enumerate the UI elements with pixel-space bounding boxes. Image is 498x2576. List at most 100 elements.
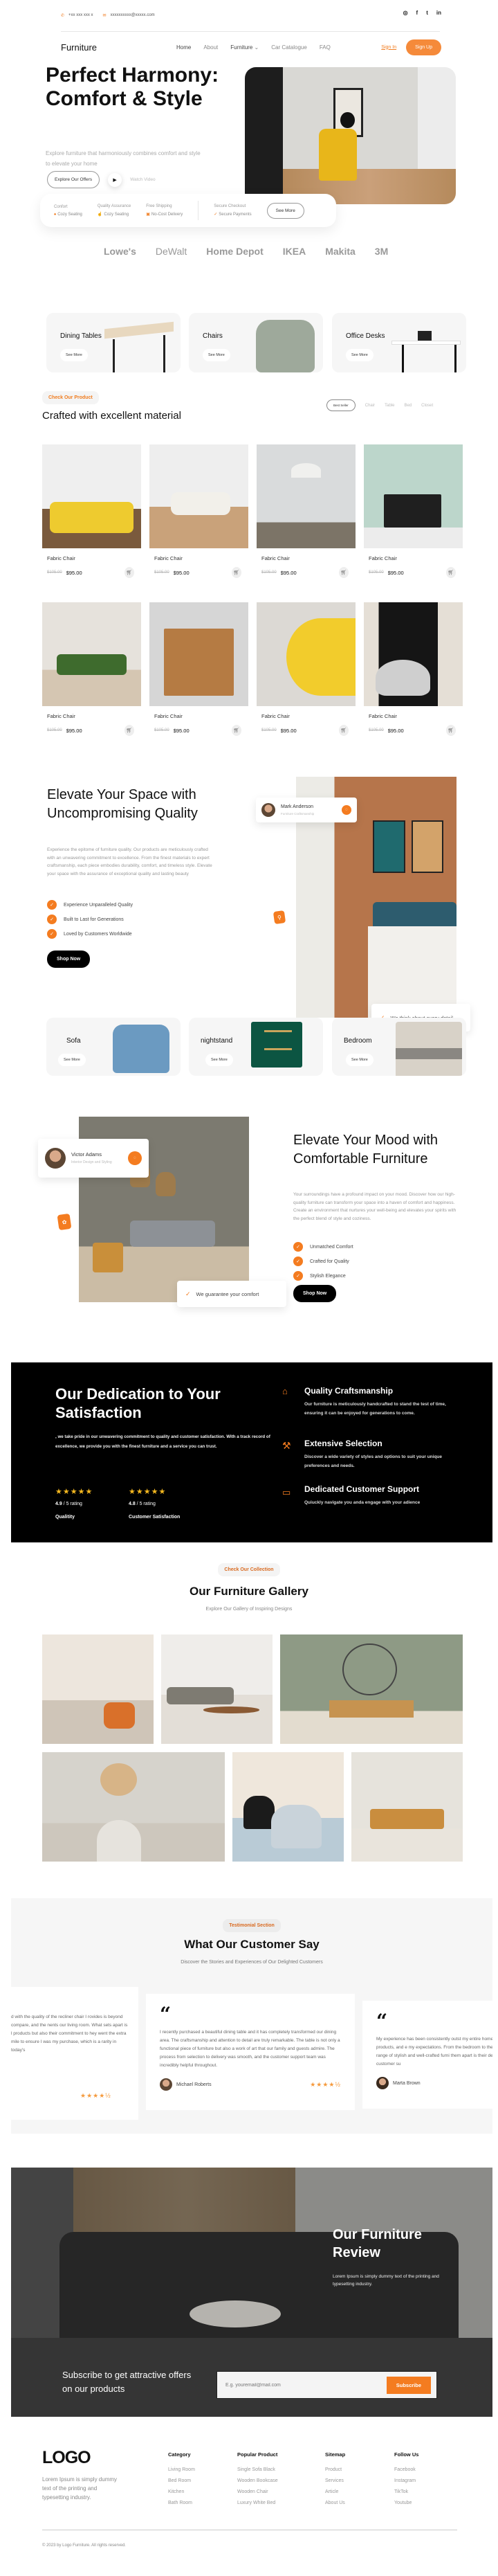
cart-icon[interactable]: 🛒︎ (232, 567, 241, 578)
product-card[interactable]: Fabric Chair $105.00 $95.00 🛒︎ (42, 602, 141, 736)
feature-title: Secure Checkout (214, 204, 246, 208)
product-image[interactable] (364, 602, 463, 706)
footer-link[interactable]: Youtube (394, 2501, 418, 2505)
chair (243, 1796, 275, 1829)
facebook-icon[interactable]: f (416, 10, 418, 16)
sign-up-button[interactable]: Sign Up (406, 39, 441, 55)
product-image[interactable] (42, 602, 141, 706)
category-card-office-desks[interactable]: Office Desks See More (332, 313, 466, 372)
product-card[interactable]: Fabric Chair $105.00 $95.00 🛒︎ (257, 444, 356, 578)
product-name: Fabric Chair (369, 713, 397, 719)
old-price: $105.00 (369, 570, 384, 575)
feature-item: Secure Checkout ✓ Secure Payments (214, 204, 251, 217)
filter-bed[interactable]: Bed (404, 404, 412, 408)
footer-link[interactable]: Product (325, 2467, 345, 2472)
divider (198, 201, 199, 220)
filter-closet[interactable]: Closet (421, 404, 433, 408)
cart-icon[interactable]: 🛒︎ (446, 725, 456, 736)
email-address[interactable]: xxxxxxxxxx@xxxxx.com (111, 13, 155, 17)
shop-now-button[interactable]: Shop Now (47, 951, 91, 968)
product-image[interactable] (42, 444, 141, 548)
footer-link[interactable]: Wooden Bookcase (237, 2478, 278, 2483)
see-more-button[interactable]: See More (266, 202, 304, 219)
footer-link[interactable]: Bath Room (168, 2501, 195, 2505)
gallery-image[interactable] (280, 1634, 463, 1744)
see-more-button[interactable]: See More (346, 1054, 374, 1066)
filter-table[interactable]: Table (385, 404, 394, 408)
footer-link[interactable]: Wooden Chair (237, 2489, 278, 2494)
see-more-button[interactable]: See More (58, 1054, 86, 1066)
gallery-image[interactable] (351, 1752, 463, 1862)
cart-icon[interactable]: 🛒︎ (124, 725, 134, 736)
product-card[interactable]: Fabric Chair $105.00 $95.00 🛒︎ (364, 602, 463, 736)
see-more-button[interactable]: See More (60, 349, 88, 361)
see-more-button[interactable]: See More (205, 1054, 233, 1066)
footer-link[interactable]: Instagram (394, 2478, 418, 2483)
product-image[interactable] (257, 444, 356, 548)
linkedin-icon[interactable]: in (436, 10, 441, 16)
product-image[interactable] (257, 602, 356, 706)
product-image[interactable] (149, 444, 248, 548)
product-card[interactable]: Fabric Chair $105.00 $95.00 🛒︎ (149, 444, 248, 578)
nav-furniture[interactable]: Furniture ⌄ (230, 44, 259, 51)
category-card-bedroom[interactable]: Bedroom See More (332, 1018, 466, 1076)
nav-car-catalogue[interactable]: Car Catalogue (271, 44, 307, 51)
category-card-sofa[interactable]: Sofa See More (46, 1018, 181, 1076)
product-card[interactable]: Fabric Chair $105.00 $95.00 🛒︎ (42, 444, 141, 578)
nav-about[interactable]: About (203, 44, 218, 51)
footer-link[interactable]: Living Room (168, 2467, 195, 2472)
nav-home[interactable]: Home (176, 44, 191, 51)
gallery-image[interactable] (42, 1752, 225, 1862)
cart-icon[interactable]: 🛒︎ (339, 725, 349, 736)
play-icon[interactable]: ▶ (108, 172, 122, 187)
product-card[interactable]: Fabric Chair $105.00 $95.00 🛒︎ (257, 602, 356, 736)
gallery-image[interactable] (232, 1752, 344, 1862)
email-input[interactable] (225, 2382, 387, 2388)
footer-link[interactable]: Facebook (394, 2467, 418, 2472)
product-card[interactable]: Fabric Chair $105.00 $95.00 🛒︎ (149, 602, 248, 736)
category-card-dining-tables[interactable]: Dining Tables See More (46, 313, 181, 372)
footer-link[interactable]: Single Sofa Black (237, 2467, 278, 2472)
footer-link[interactable]: Kitchen (168, 2489, 195, 2494)
footer-link[interactable]: Bed Room (168, 2478, 195, 2483)
twitter-icon[interactable]: t (426, 10, 428, 16)
footer-link[interactable]: Article (325, 2489, 345, 2494)
product-image[interactable] (364, 444, 463, 548)
chat-icon[interactable]: ◌ (342, 805, 351, 815)
filter-best-seller[interactable]: Best Seller (326, 399, 356, 411)
wall-art (412, 820, 444, 874)
footer-link[interactable]: Services (325, 2478, 345, 2483)
nav-faq[interactable]: FAQ (320, 44, 331, 51)
hero-image (245, 67, 456, 204)
feature-item: Confort ♠ Cozy Seating (54, 205, 82, 217)
cart-icon[interactable]: 🛒︎ (124, 567, 134, 578)
explore-offers-button[interactable]: Explore Our Offers (47, 171, 100, 188)
subscribe-button[interactable]: Subscribe (386, 2376, 431, 2394)
category-card-nightstand[interactable]: nightstand See More (189, 1018, 323, 1076)
sign-in-link[interactable]: Sign In (381, 45, 396, 50)
gallery-image[interactable] (161, 1634, 273, 1744)
watch-video-link[interactable]: Watch Video (130, 177, 156, 182)
product-image[interactable] (149, 602, 248, 706)
instagram-icon[interactable]: ◎ (403, 10, 408, 16)
brand-logo[interactable]: Furniture (61, 42, 97, 53)
footer-link[interactable]: Luxury White Bed (237, 2501, 278, 2505)
footer-logo[interactable]: LOGO (42, 2448, 91, 2468)
cart-icon[interactable]: 🛒︎ (339, 567, 349, 578)
gallery-image[interactable] (42, 1634, 154, 1744)
cart-icon[interactable]: 🛒︎ (446, 567, 456, 578)
product-card[interactable]: Fabric Chair $105.00 $95.00 🛒︎ (364, 444, 463, 578)
chat-icon[interactable]: ◌ (128, 1151, 142, 1165)
sofa (129, 1221, 215, 1247)
filter-chair[interactable]: Chair (365, 404, 375, 408)
cart-icon[interactable]: 🛒︎ (232, 725, 241, 736)
footer-link[interactable]: TikTok (394, 2489, 418, 2494)
phone-number[interactable]: +xx xxx xxx x (68, 13, 93, 17)
category-card-chairs[interactable]: Chairs See More (189, 313, 323, 372)
shop-now-button[interactable]: Shop Now (293, 1285, 337, 1302)
see-more-button[interactable]: See More (346, 349, 374, 361)
see-more-button[interactable]: See More (203, 349, 230, 361)
footer-link[interactable]: About Us (325, 2501, 345, 2505)
price: $95.00 (280, 569, 297, 576)
check-circle-icon: ✓ (185, 1290, 191, 1297)
